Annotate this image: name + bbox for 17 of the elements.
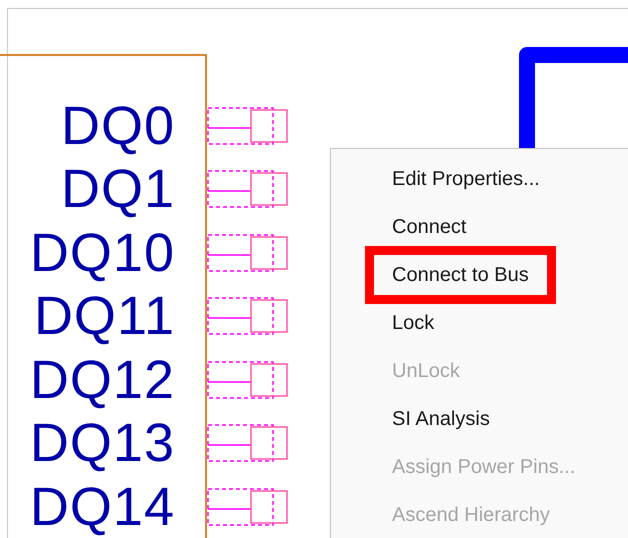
pin-label: DQ0: [60, 96, 176, 156]
menu-item[interactable]: Connect to Bus: [365, 246, 556, 304]
pin-icon[interactable]: [207, 296, 289, 336]
menu-item[interactable]: Edit Properties...: [369, 155, 564, 203]
menu-item[interactable]: SI Analysis: [369, 395, 514, 443]
pin-icon[interactable]: [207, 486, 289, 527]
pin-label: DQ14: [28, 476, 176, 537]
pin-label: DQ1: [60, 159, 176, 220]
pin-icon[interactable]: [207, 423, 289, 464]
pin-icon[interactable]: [207, 106, 289, 146]
pin-label: DQ13: [28, 413, 176, 474]
pin-icon[interactable]: [207, 169, 289, 210]
pin-label: DQ11: [32, 286, 176, 346]
pin-label: DQ10: [28, 222, 176, 283]
pin-icon[interactable]: [207, 232, 289, 273]
pin-icon[interactable]: [207, 360, 289, 400]
pin-label: DQ12: [28, 350, 176, 410]
